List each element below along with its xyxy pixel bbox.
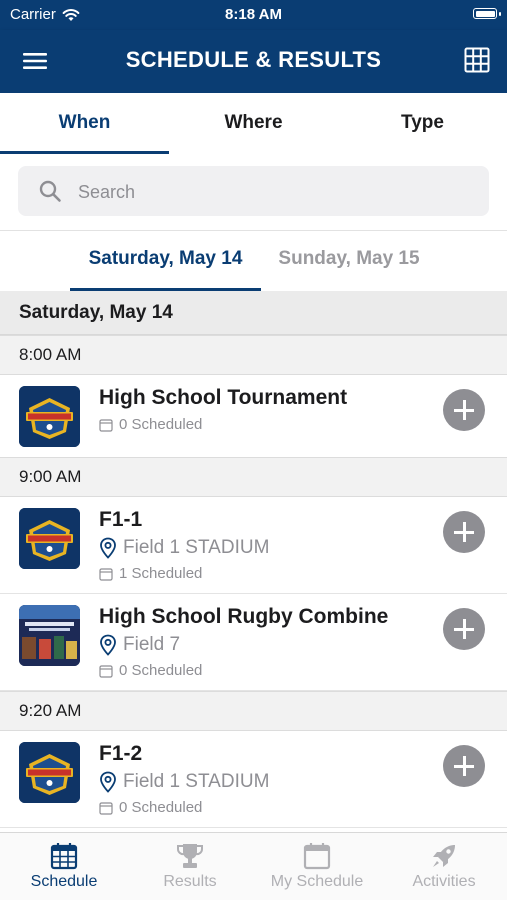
tab-activities[interactable]: Activities [395, 833, 493, 901]
time-group-header: 9:20 AM [0, 691, 507, 731]
tab-label: Results [163, 873, 217, 890]
tab-schedule[interactable]: Schedule [14, 833, 114, 901]
combine-poster-icon [19, 605, 80, 666]
tab-my-schedule[interactable]: My Schedule [258, 833, 376, 901]
search-input[interactable] [76, 166, 480, 218]
event-title: High School Rugby Combine [99, 605, 389, 628]
location-pin-icon [100, 634, 116, 656]
calendar-small-icon [99, 664, 113, 678]
scheduled-label: 0 Scheduled [119, 799, 203, 816]
event-logo [19, 508, 80, 569]
status-time: 8:18 AM [225, 6, 282, 23]
tab-when[interactable]: When [0, 93, 169, 154]
page-title: SCHEDULE & RESULTS [125, 47, 382, 72]
championship-logo-icon [19, 742, 80, 803]
location-label: Field 7 [123, 634, 181, 655]
bottom-tab-bar: Schedule Results My Schedule Activities [0, 832, 507, 900]
calendar-small-icon [99, 801, 113, 815]
event-scheduled-count: 1 Scheduled [99, 565, 202, 582]
tab-results[interactable]: Results [140, 833, 240, 901]
add-to-schedule-button[interactable] [443, 608, 485, 650]
event-row-high-school-rugby-combine[interactable]: High School Rugby Combine Field 7 0 Sche… [0, 594, 507, 691]
event-row-f1-1[interactable]: F1-1 Field 1 STADIUM 1 Scheduled [0, 497, 507, 594]
battery-icon [473, 8, 497, 19]
calendar-icon [303, 843, 331, 870]
event-logo [19, 386, 80, 447]
event-location: Field 7 [99, 634, 180, 656]
championship-logo-icon [19, 508, 80, 569]
scheduled-label: 0 Scheduled [119, 416, 203, 433]
location-label: Field 1 STADIUM [123, 771, 270, 792]
rocket-icon [433, 845, 455, 867]
trophy-icon [177, 844, 203, 868]
grid-icon[interactable] [464, 47, 490, 73]
location-pin-icon [100, 537, 116, 559]
schedule-list[interactable]: Saturday, May 14 8:00 AM High School Tou… [0, 291, 507, 832]
championship-logo-icon [19, 386, 80, 447]
day-tabs: Saturday, May 14 Sunday, May 15 [0, 231, 507, 292]
tab-saturday-may-14[interactable]: Saturday, May 14 [70, 231, 261, 291]
tab-sunday-may-15[interactable]: Sunday, May 15 [270, 231, 428, 291]
date-section-header: Saturday, May 14 [0, 291, 507, 335]
event-location: Field 1 STADIUM [99, 771, 269, 793]
search-icon [39, 180, 61, 202]
event-title: F1-2 [99, 742, 143, 765]
navigation-bar: SCHEDULE & RESULTS [0, 30, 507, 93]
tab-type[interactable]: Type [338, 93, 507, 154]
calendar-small-icon [99, 567, 113, 581]
filter-tabs: When Where Type [0, 93, 507, 155]
time-group-header: 9:00 AM [0, 457, 507, 497]
location-label: Field 1 STADIUM [123, 537, 270, 558]
event-location: Field 1 STADIUM [99, 537, 269, 559]
tab-label: Schedule [30, 873, 98, 890]
event-scheduled-count: 0 Scheduled [99, 416, 202, 433]
event-scheduled-count: 0 Scheduled [99, 799, 202, 816]
time-group-header: 8:00 AM [0, 335, 507, 375]
tab-where[interactable]: Where [169, 93, 338, 154]
battery-tip [499, 12, 501, 16]
event-title: High School Tournament [99, 386, 348, 409]
event-title: F1-1 [99, 508, 143, 531]
add-to-schedule-button[interactable] [443, 745, 485, 787]
calendar-small-icon [99, 418, 113, 432]
search-box [18, 166, 489, 218]
event-logo [19, 605, 80, 666]
event-row-high-school-tournament[interactable]: High School Tournament 0 Scheduled [0, 375, 507, 458]
event-logo [19, 742, 80, 803]
tab-label: My Schedule [270, 873, 364, 890]
search-section [0, 154, 507, 231]
scheduled-label: 1 Scheduled [119, 565, 203, 582]
scheduled-label: 0 Scheduled [119, 662, 203, 679]
calendar-grid-icon [50, 843, 78, 870]
status-bar: Carrier 8:18 AM [0, 0, 507, 30]
add-to-schedule-button[interactable] [443, 389, 485, 431]
event-scheduled-count: 0 Scheduled [99, 662, 202, 679]
add-to-schedule-button[interactable] [443, 511, 485, 553]
event-row-f1-2[interactable]: F1-2 Field 1 STADIUM 0 Scheduled [0, 731, 507, 828]
tab-label: Activities [412, 873, 476, 890]
location-pin-icon [100, 771, 116, 793]
